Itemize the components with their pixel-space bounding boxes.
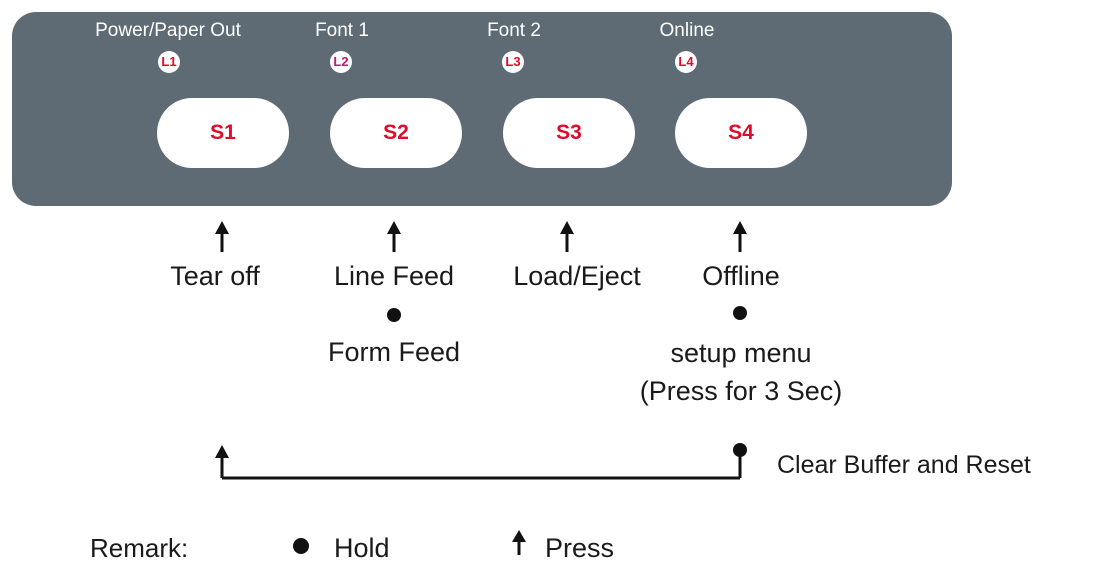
s4-offline-label: Offline (702, 261, 780, 291)
legend-hold-label: Hold (334, 533, 390, 563)
s2-press-arrow-icon (387, 221, 401, 252)
s4-press-duration-note: (Press for 3 Sec) (639, 376, 843, 406)
s1-press-arrow-icon (215, 221, 229, 252)
s4-setup-menu-label: setup menu (670, 338, 812, 368)
legend-hold-dot-icon (293, 538, 309, 554)
s3-press-arrow-icon (560, 221, 574, 252)
s4-hold-dot-icon (733, 306, 747, 320)
clear-buffer-reset-label: Clear Buffer and Reset (777, 451, 1031, 479)
combo-bracket-line (215, 443, 747, 480)
s4-press-arrow-icon (733, 221, 747, 252)
legend-press-label: Press (545, 533, 615, 563)
legend-remark-label: Remark: (90, 533, 189, 563)
s2-form-feed-label: Form Feed (327, 337, 461, 367)
legend-press-arrow-icon (512, 530, 526, 555)
s2-hold-dot-icon (387, 308, 401, 322)
